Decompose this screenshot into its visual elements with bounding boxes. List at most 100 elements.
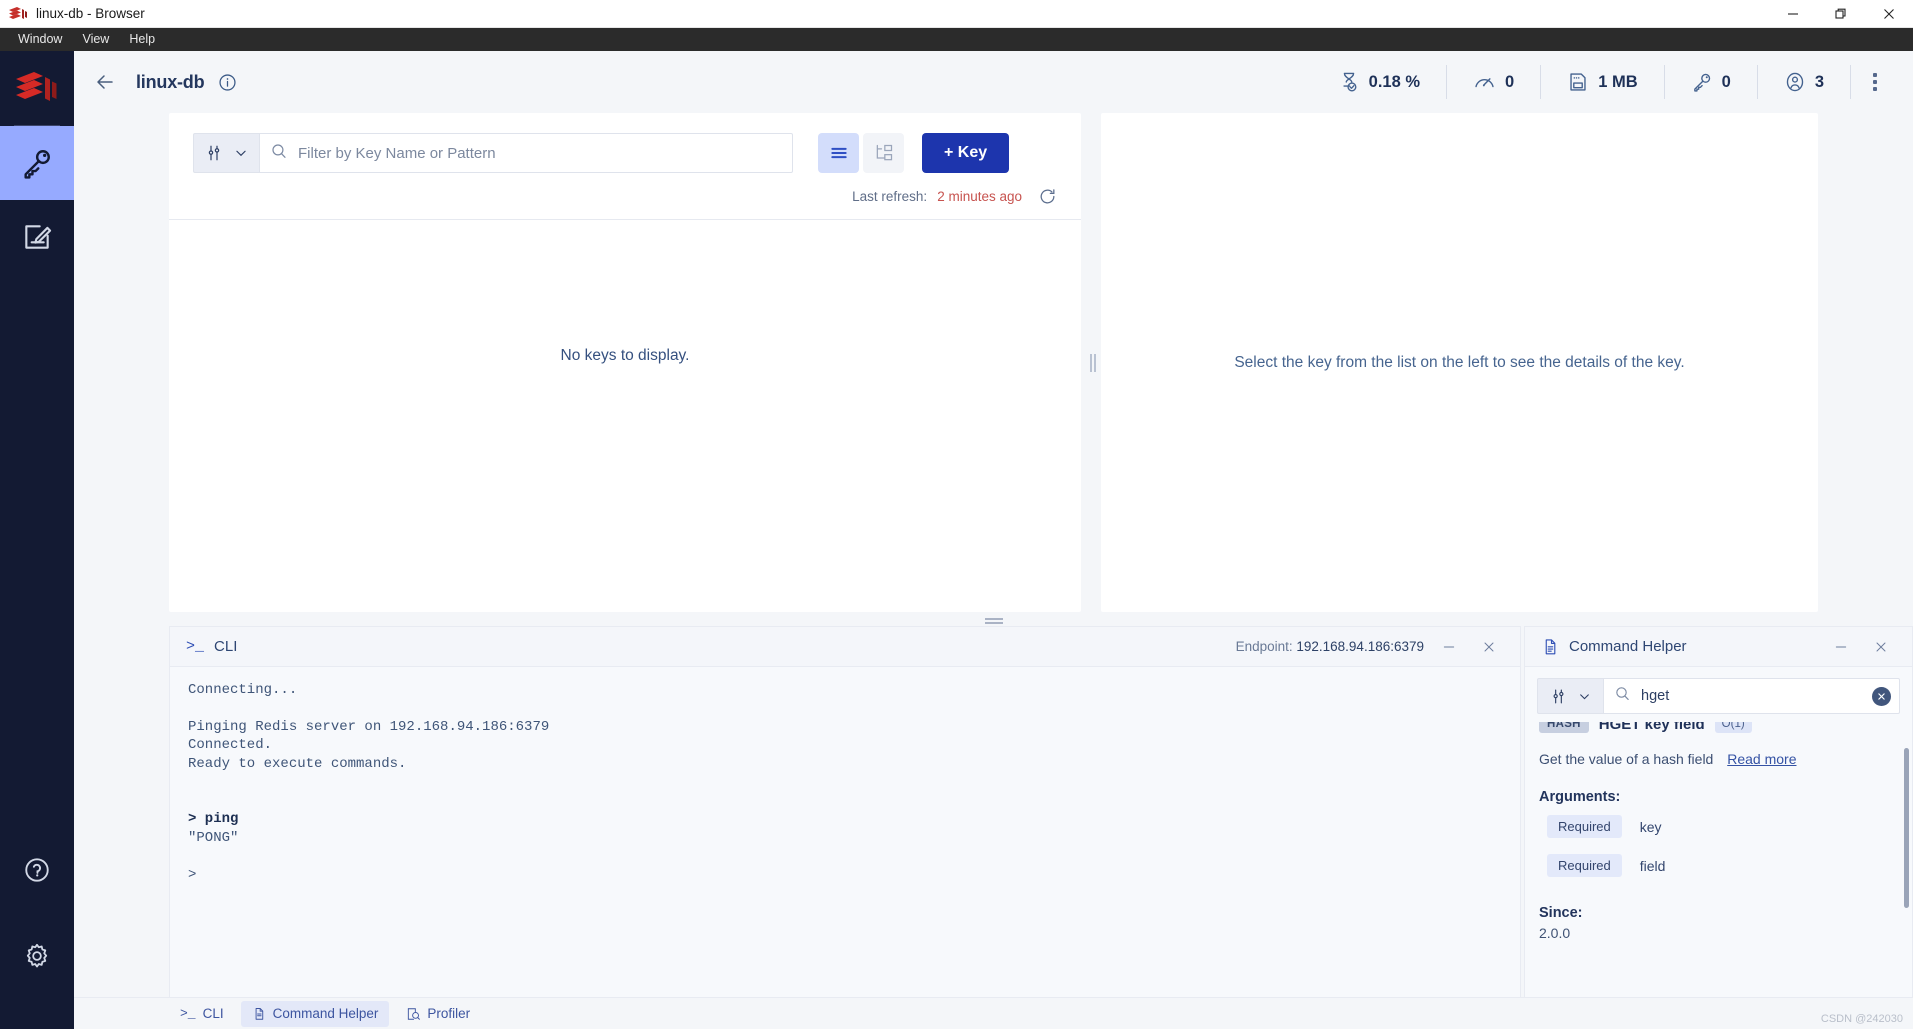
command-helper-scrollbar[interactable] xyxy=(1904,748,1909,908)
add-key-button[interactable]: + Key xyxy=(922,133,1010,173)
stat-clients[interactable]: 3 xyxy=(1758,71,1850,93)
stat-memory[interactable]: 1 MB xyxy=(1541,71,1663,93)
argument-name: key xyxy=(1639,818,1662,835)
stat-commands[interactable]: 0 xyxy=(1447,71,1540,94)
cli-line: Ready to execute commands. xyxy=(188,755,407,772)
command-helper-minimize-button[interactable] xyxy=(1826,633,1856,661)
tab-cli[interactable]: >_ CLI xyxy=(169,1001,235,1027)
command-helper-header: Command Helper xyxy=(1525,627,1912,667)
stat-cpu-value: 0.18 % xyxy=(1368,72,1421,91)
cli-line: Connecting... xyxy=(188,682,298,698)
argument-row: Required key xyxy=(1539,809,1898,844)
menu-bar: Window View Help xyxy=(0,28,1913,51)
database-header: linux-db 0.18 % 0 1 MB 0 3 xyxy=(74,51,1913,113)
command-helper-title: Command Helper xyxy=(1569,638,1687,655)
header-stats: 0.18 % 0 1 MB 0 3 xyxy=(1312,62,1891,102)
stat-commands-value: 0 xyxy=(1505,72,1515,91)
search-input[interactable] xyxy=(298,144,782,162)
command-group-badge: HASH xyxy=(1539,722,1589,733)
cpu-icon xyxy=(1338,71,1360,93)
command-helper-search-row xyxy=(1525,667,1912,722)
chevron-down-icon xyxy=(1580,693,1590,699)
cli-minimize-button[interactable] xyxy=(1434,633,1464,661)
back-arrow-icon[interactable] xyxy=(88,65,122,99)
pane-splitter[interactable] xyxy=(1081,113,1101,612)
command-helper-close-button[interactable] xyxy=(1866,633,1896,661)
chevron-down-icon xyxy=(236,150,246,157)
key-details-pane: Select the key from the list on the left… xyxy=(1101,113,1818,612)
command-helper-panel: Command Helper hget HASH HGET key field … xyxy=(1524,626,1913,997)
keys-empty-state: No keys to display. xyxy=(169,220,1081,612)
tree-view-button[interactable] xyxy=(863,133,904,173)
profiler-icon xyxy=(406,1007,421,1021)
command-search-wrap xyxy=(1603,678,1900,714)
cli-line: > ping xyxy=(188,811,239,828)
dock-resize-handle[interactable] xyxy=(74,612,1913,626)
gauge-icon xyxy=(1473,71,1496,94)
filter-type-dropdown[interactable] xyxy=(193,133,259,173)
argument-requirement: Required xyxy=(1547,815,1622,838)
menu-help[interactable]: Help xyxy=(119,28,165,51)
tab-command-helper-label: Command Helper xyxy=(272,1006,379,1021)
arguments-heading: Arguments: xyxy=(1539,789,1621,805)
stat-memory-value: 1 MB xyxy=(1598,72,1638,91)
keys-empty-text: No keys to display. xyxy=(560,347,690,364)
stat-keys[interactable]: 0 xyxy=(1665,71,1757,93)
overflow-menu-icon[interactable] xyxy=(1851,73,1891,91)
key-details-empty-text: Select the key from the list on the left… xyxy=(1234,353,1685,371)
minimize-button[interactable] xyxy=(1769,0,1817,28)
since-heading: Since: xyxy=(1539,905,1583,921)
command-search-input[interactable] xyxy=(1641,688,1862,704)
cli-line xyxy=(188,699,1502,717)
cli-output[interactable]: Connecting... Pinging Redis server on 19… xyxy=(170,667,1520,997)
cli-panel: >_ CLI Endpoint: 192.168.94.186:6379 Con… xyxy=(169,626,1521,997)
key-filter-input-wrap xyxy=(259,133,793,173)
cli-endpoint: Endpoint: 192.168.94.186:6379 xyxy=(1236,639,1424,654)
dock-tabstrip: >_ CLI Command Helper Profiler xyxy=(74,997,1913,1029)
menu-window[interactable]: Window xyxy=(8,28,72,51)
keys-toolbar: + Key xyxy=(169,113,1081,173)
menu-view[interactable]: View xyxy=(72,28,119,51)
cli-line xyxy=(188,773,1502,791)
key-icon xyxy=(1691,71,1713,93)
cli-close-button[interactable] xyxy=(1474,633,1504,661)
command-filter-dropdown[interactable] xyxy=(1537,678,1603,714)
cli-line: "PONG" xyxy=(188,829,239,846)
last-refresh-label: Last refresh: xyxy=(852,189,928,204)
tab-profiler[interactable]: Profiler xyxy=(395,1001,481,1027)
view-mode-toggle xyxy=(818,133,904,173)
settings-gear-icon[interactable] xyxy=(0,913,74,999)
refresh-icon[interactable] xyxy=(1038,187,1057,206)
since-value: 2.0.0 xyxy=(1539,925,1571,941)
sidebar-item-browser[interactable] xyxy=(0,126,74,200)
info-icon[interactable] xyxy=(218,73,237,92)
command-description-row: Get the value of a hash field Read more xyxy=(1539,751,1898,767)
watermark: CSDN @242030 xyxy=(1820,1013,1903,1025)
stat-keys-value: 0 xyxy=(1721,72,1731,91)
command-title-row: HASH HGET key field O(1) xyxy=(1539,722,1898,733)
list-view-button[interactable] xyxy=(818,133,859,173)
redis-logo-icon xyxy=(8,6,28,22)
last-refresh-row: Last refresh: 2 minutes ago xyxy=(169,173,1081,219)
read-more-link[interactable]: Read more xyxy=(1727,751,1796,767)
close-button[interactable] xyxy=(1865,0,1913,28)
sidebar-item-workbench[interactable] xyxy=(0,200,74,274)
memory-icon xyxy=(1567,71,1589,93)
tab-command-helper[interactable]: Command Helper xyxy=(240,1000,390,1027)
document-icon xyxy=(1541,638,1559,656)
page-title: linux-db xyxy=(136,71,205,92)
window-controls xyxy=(1769,0,1913,28)
document-icon xyxy=(252,1007,266,1021)
cli-panel-title: CLI xyxy=(214,638,238,655)
app-body: linux-db 0.18 % 0 1 MB 0 3 Filter by Key… xyxy=(0,51,1913,1029)
window-title: linux-db - Browser xyxy=(36,6,145,21)
command-helper-body: HASH HGET key field O(1) Get the value o… xyxy=(1525,722,1912,997)
stat-cpu[interactable]: 0.18 % xyxy=(1312,71,1446,93)
maximize-button[interactable] xyxy=(1817,0,1865,28)
bottom-dock: >_ CLI Endpoint: 192.168.94.186:6379 Con… xyxy=(74,626,1913,997)
cli-line: Pinging Redis server on 192.168.94.186:6… xyxy=(188,718,550,735)
clear-search-icon[interactable] xyxy=(1872,686,1891,706)
app-window: linux-db - Browser Window View Help linu… xyxy=(0,0,1913,1029)
redis-brand-logo-icon xyxy=(0,51,74,125)
help-icon[interactable] xyxy=(0,827,74,913)
